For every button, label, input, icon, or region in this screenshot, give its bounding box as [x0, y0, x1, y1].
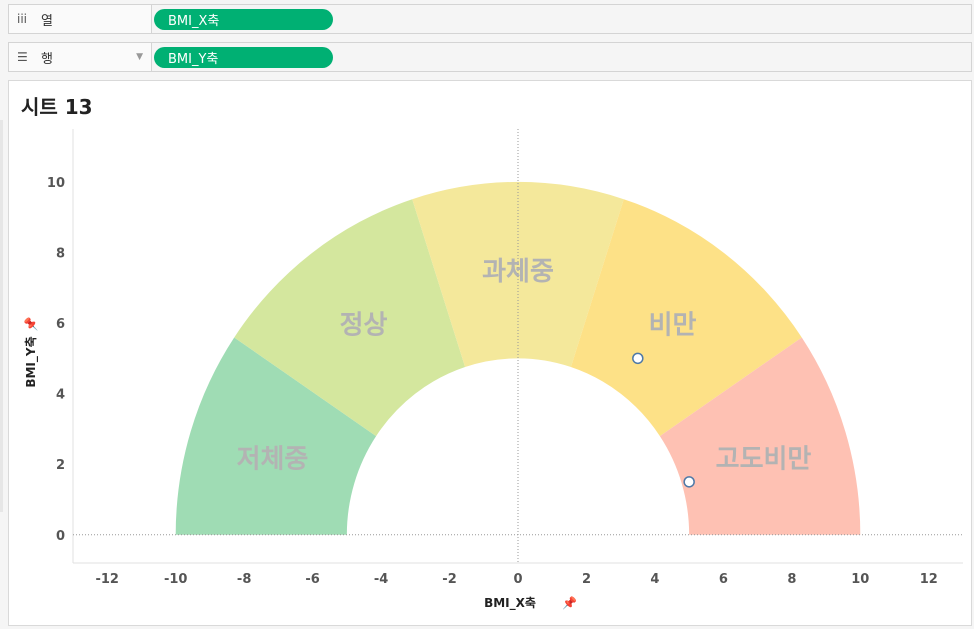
pane-edge	[0, 120, 3, 512]
rows-icon: ☰	[17, 50, 28, 64]
data-point[interactable]	[683, 476, 695, 488]
x-tick-label: 0	[513, 572, 522, 587]
rows-shelf-label: ☰ 행 ▼	[9, 43, 152, 71]
columns-icon: iii	[17, 12, 28, 26]
x-tick-label: 2	[582, 572, 591, 587]
pin-icon: 📌	[23, 316, 38, 331]
y-tick-label: 0	[56, 529, 65, 544]
columns-shelf-label: iii 열	[9, 5, 152, 33]
rows-pill[interactable]: BMI_Y축	[154, 47, 333, 68]
chevron-down-icon[interactable]: ▼	[136, 52, 143, 62]
y-tick-label: 6	[56, 317, 65, 332]
chart: 저체중정상과체중비만고도비만-12 -10 -8 -6 -4 -2 0 2 4 6 8 10 12024…	[23, 129, 963, 611]
columns-shelf-text: 열	[41, 13, 53, 29]
x-tick-label: -6	[305, 572, 319, 587]
x-tick-label: -4	[374, 572, 388, 587]
gauge-segment-label: 저체중	[237, 444, 309, 474]
columns-pill[interactable]: BMI_X축	[154, 9, 333, 30]
worksheet: 시트 13 저체중 정상 과체중 비만 고도비만 -12 -10 -8 -6 -4 -2 0 2 4 6 8 1…	[8, 80, 972, 626]
x-tick-label: -8	[237, 572, 251, 587]
x-tick-label: -12	[95, 572, 119, 587]
gauge-segment-label: 비만	[649, 310, 697, 340]
x-tick-label: -2	[442, 572, 456, 587]
columns-shelf: iii 열 BMI_X축	[8, 4, 972, 34]
x-tick-label: 12	[920, 572, 938, 587]
y-axis-title: BMI_Y축	[23, 336, 39, 387]
x-axis-title: BMI_X축	[484, 595, 536, 611]
gauge-segment-label: 고도비만	[716, 444, 812, 474]
gauge-segment-label: 정상	[340, 310, 388, 340]
y-tick-label: 10	[47, 176, 65, 191]
rows-shelf-text: 행	[41, 51, 53, 67]
rows-shelf: ☰ 행 ▼ BMI_Y축	[8, 42, 972, 72]
y-tick-label: 4	[56, 388, 65, 403]
x-tick-label: 10	[851, 572, 869, 587]
x-tick-label: 8	[787, 572, 796, 587]
data-point[interactable]	[632, 352, 644, 365]
x-tick-label: 6	[719, 572, 728, 587]
x-tick-label: 4	[650, 572, 659, 587]
x-tick-label: -10	[164, 572, 188, 587]
y-tick-label: 2	[56, 458, 65, 473]
y-tick-label: 8	[56, 246, 65, 261]
pin-icon: 📌	[562, 595, 577, 610]
